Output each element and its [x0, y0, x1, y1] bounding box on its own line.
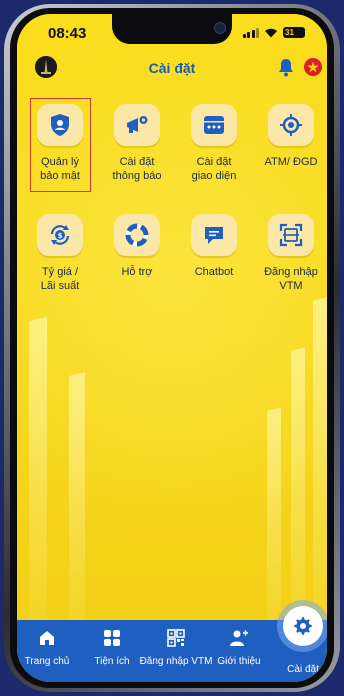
- grid-label: Cài đặt: [196, 156, 232, 168]
- nav-settings[interactable]: Cài đặt: [278, 656, 327, 675]
- language-flag-icon[interactable]: [304, 58, 322, 76]
- header: Cài đặt: [17, 52, 327, 84]
- status-icons: 31: [242, 27, 305, 38]
- status-time: 08:43: [48, 25, 87, 42]
- nav-label: Đăng nhập VTM: [139, 656, 213, 667]
- grid-label: Quản lý: [41, 156, 79, 168]
- megaphone-gear-icon: [127, 116, 148, 133]
- battery-icon: 31: [283, 27, 305, 38]
- grid-label: Lãi suất: [40, 280, 80, 292]
- add-user-icon: [230, 630, 248, 646]
- nav-vtm-login[interactable]: Đăng nhập VTM: [139, 628, 213, 667]
- grid-label: Hỗ trợ: [121, 266, 153, 278]
- grid-label: VTM: [279, 280, 303, 292]
- window-icon: [204, 116, 224, 134]
- grid-label: giao diện: [191, 170, 237, 182]
- grid-label: Tỷ giá /: [41, 266, 79, 278]
- grid-item-notifications[interactable]: Cài đặt thông báo: [102, 104, 172, 183]
- app-screen: 08:43 31 Cài đặt Quản lý bảo mật Cài đặt…: [17, 14, 327, 682]
- exchange-rate-icon: $: [50, 225, 70, 245]
- svg-text:$: $: [58, 232, 63, 240]
- camera-icon: [214, 22, 226, 34]
- battery-level: 31: [285, 28, 294, 37]
- nav-utilities[interactable]: Tiện ích: [87, 628, 137, 667]
- chat-icon: [205, 227, 223, 244]
- grid-item-chatbot[interactable]: Chatbot: [179, 214, 249, 279]
- grid-label: ATM/ ĐGD: [264, 156, 318, 168]
- scan-icon: [279, 223, 303, 247]
- nav-label: Cài đặt: [287, 664, 319, 675]
- grid-item-security[interactable]: Quản lý bảo mật: [25, 104, 95, 183]
- qr-code-icon: [167, 629, 185, 647]
- shield-user-icon: [51, 114, 69, 136]
- nav-label: Tiện ích: [94, 656, 130, 667]
- lifebuoy-icon: [125, 223, 149, 247]
- grid-item-interface[interactable]: Cài đặt giao diện: [179, 104, 249, 183]
- grid-item-exchange-rate[interactable]: $ Tỷ giá / Lãi suất: [25, 214, 95, 293]
- grid-label: Cài đặt: [119, 156, 155, 168]
- grid-label: thông báo: [112, 170, 162, 182]
- nav-about[interactable]: Giới thiệu: [214, 628, 264, 667]
- bottom-nav: Trang chủ Tiện ích Đăng nhập VTM Giới th…: [17, 620, 327, 682]
- location-target-icon: [280, 114, 302, 136]
- grid-item-atm[interactable]: ATM/ ĐGD: [256, 104, 326, 169]
- home-icon: [40, 631, 54, 645]
- bell-icon[interactable]: [277, 57, 295, 77]
- grid-item-vtm-login[interactable]: Đăng nhập VTM: [256, 214, 326, 293]
- apps-grid-icon: [104, 630, 120, 646]
- grid-label: bảo mật: [40, 170, 80, 182]
- grid-label: Chatbot: [194, 266, 234, 278]
- settings-fab[interactable]: [283, 606, 323, 646]
- grid-item-support[interactable]: Hỗ trợ: [102, 214, 172, 279]
- gear-icon: [294, 617, 312, 635]
- wifi-icon: [265, 28, 277, 38]
- signal-icon: [242, 27, 259, 38]
- camera-notch: [112, 14, 232, 44]
- grid-label: Đăng nhập: [264, 266, 318, 278]
- nav-label: Giới thiệu: [217, 656, 261, 667]
- nav-label: Trang chủ: [24, 656, 70, 667]
- nav-home[interactable]: Trang chủ: [22, 628, 72, 667]
